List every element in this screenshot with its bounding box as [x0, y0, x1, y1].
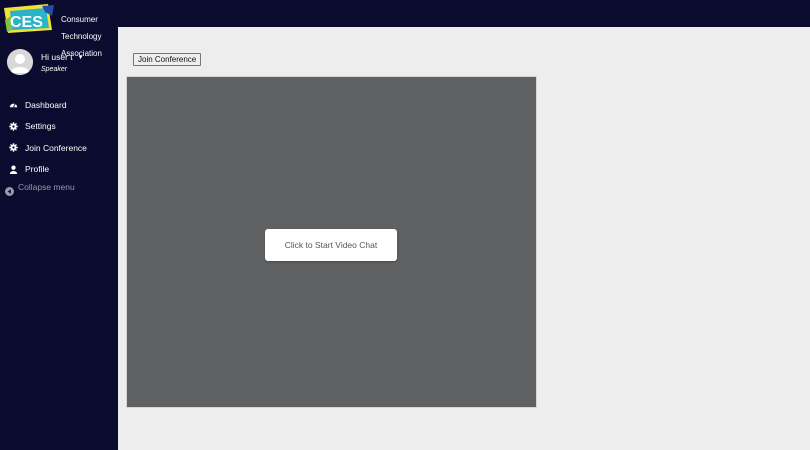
ces-logo-mark: CES [4, 4, 54, 33]
ces-logo[interactable]: CES Consumer Technology Association [2, 2, 114, 57]
user-icon [9, 165, 18, 174]
join-conference-button[interactable]: Join Conference [133, 53, 202, 66]
gear-icon [9, 143, 18, 152]
sidebar-item-label: Settings [25, 121, 56, 132]
sidebar-nav: Dashboard Settings Join Conference Profi… [0, 94, 118, 180]
avatar[interactable] [7, 49, 33, 75]
org-name-line-2: Technology [61, 31, 102, 41]
start-video-chat-button[interactable]: Click to Start Video Chat [265, 229, 397, 261]
sidebar-item-label: Profile [25, 164, 50, 175]
collapse-menu-label: Collapse menu [18, 182, 75, 192]
collapse-arrow-icon [5, 183, 14, 196]
collapse-menu-button[interactable]: Collapse menu [0, 181, 118, 196]
user-menu[interactable]: Hi user t ▼ [41, 52, 84, 62]
top-bar [0, 0, 810, 27]
sidebar-item-join-conference[interactable]: Join Conference [0, 137, 118, 159]
sidebar: CES Consumer Technology Association Hi u… [0, 0, 118, 450]
sidebar-item-label: Join Conference [25, 142, 87, 153]
sidebar-item-label: Dashboard [25, 99, 67, 110]
gear-icon [9, 122, 18, 131]
dashboard-icon [9, 100, 18, 109]
org-name-line-1: Consumer [61, 14, 98, 24]
sidebar-item-settings[interactable]: Settings [0, 116, 118, 138]
ces-logo-text: CES [10, 14, 43, 31]
user-role: Speaker [41, 66, 68, 73]
sidebar-item-profile[interactable]: Profile [0, 159, 118, 181]
sidebar-item-dashboard[interactable]: Dashboard [0, 94, 118, 116]
user-greeting: Hi user t [41, 52, 73, 62]
user-block: Hi user t ▼ Speaker [7, 49, 117, 79]
avatar-placeholder-icon [7, 49, 33, 75]
caret-down-icon: ▼ [77, 55, 84, 61]
